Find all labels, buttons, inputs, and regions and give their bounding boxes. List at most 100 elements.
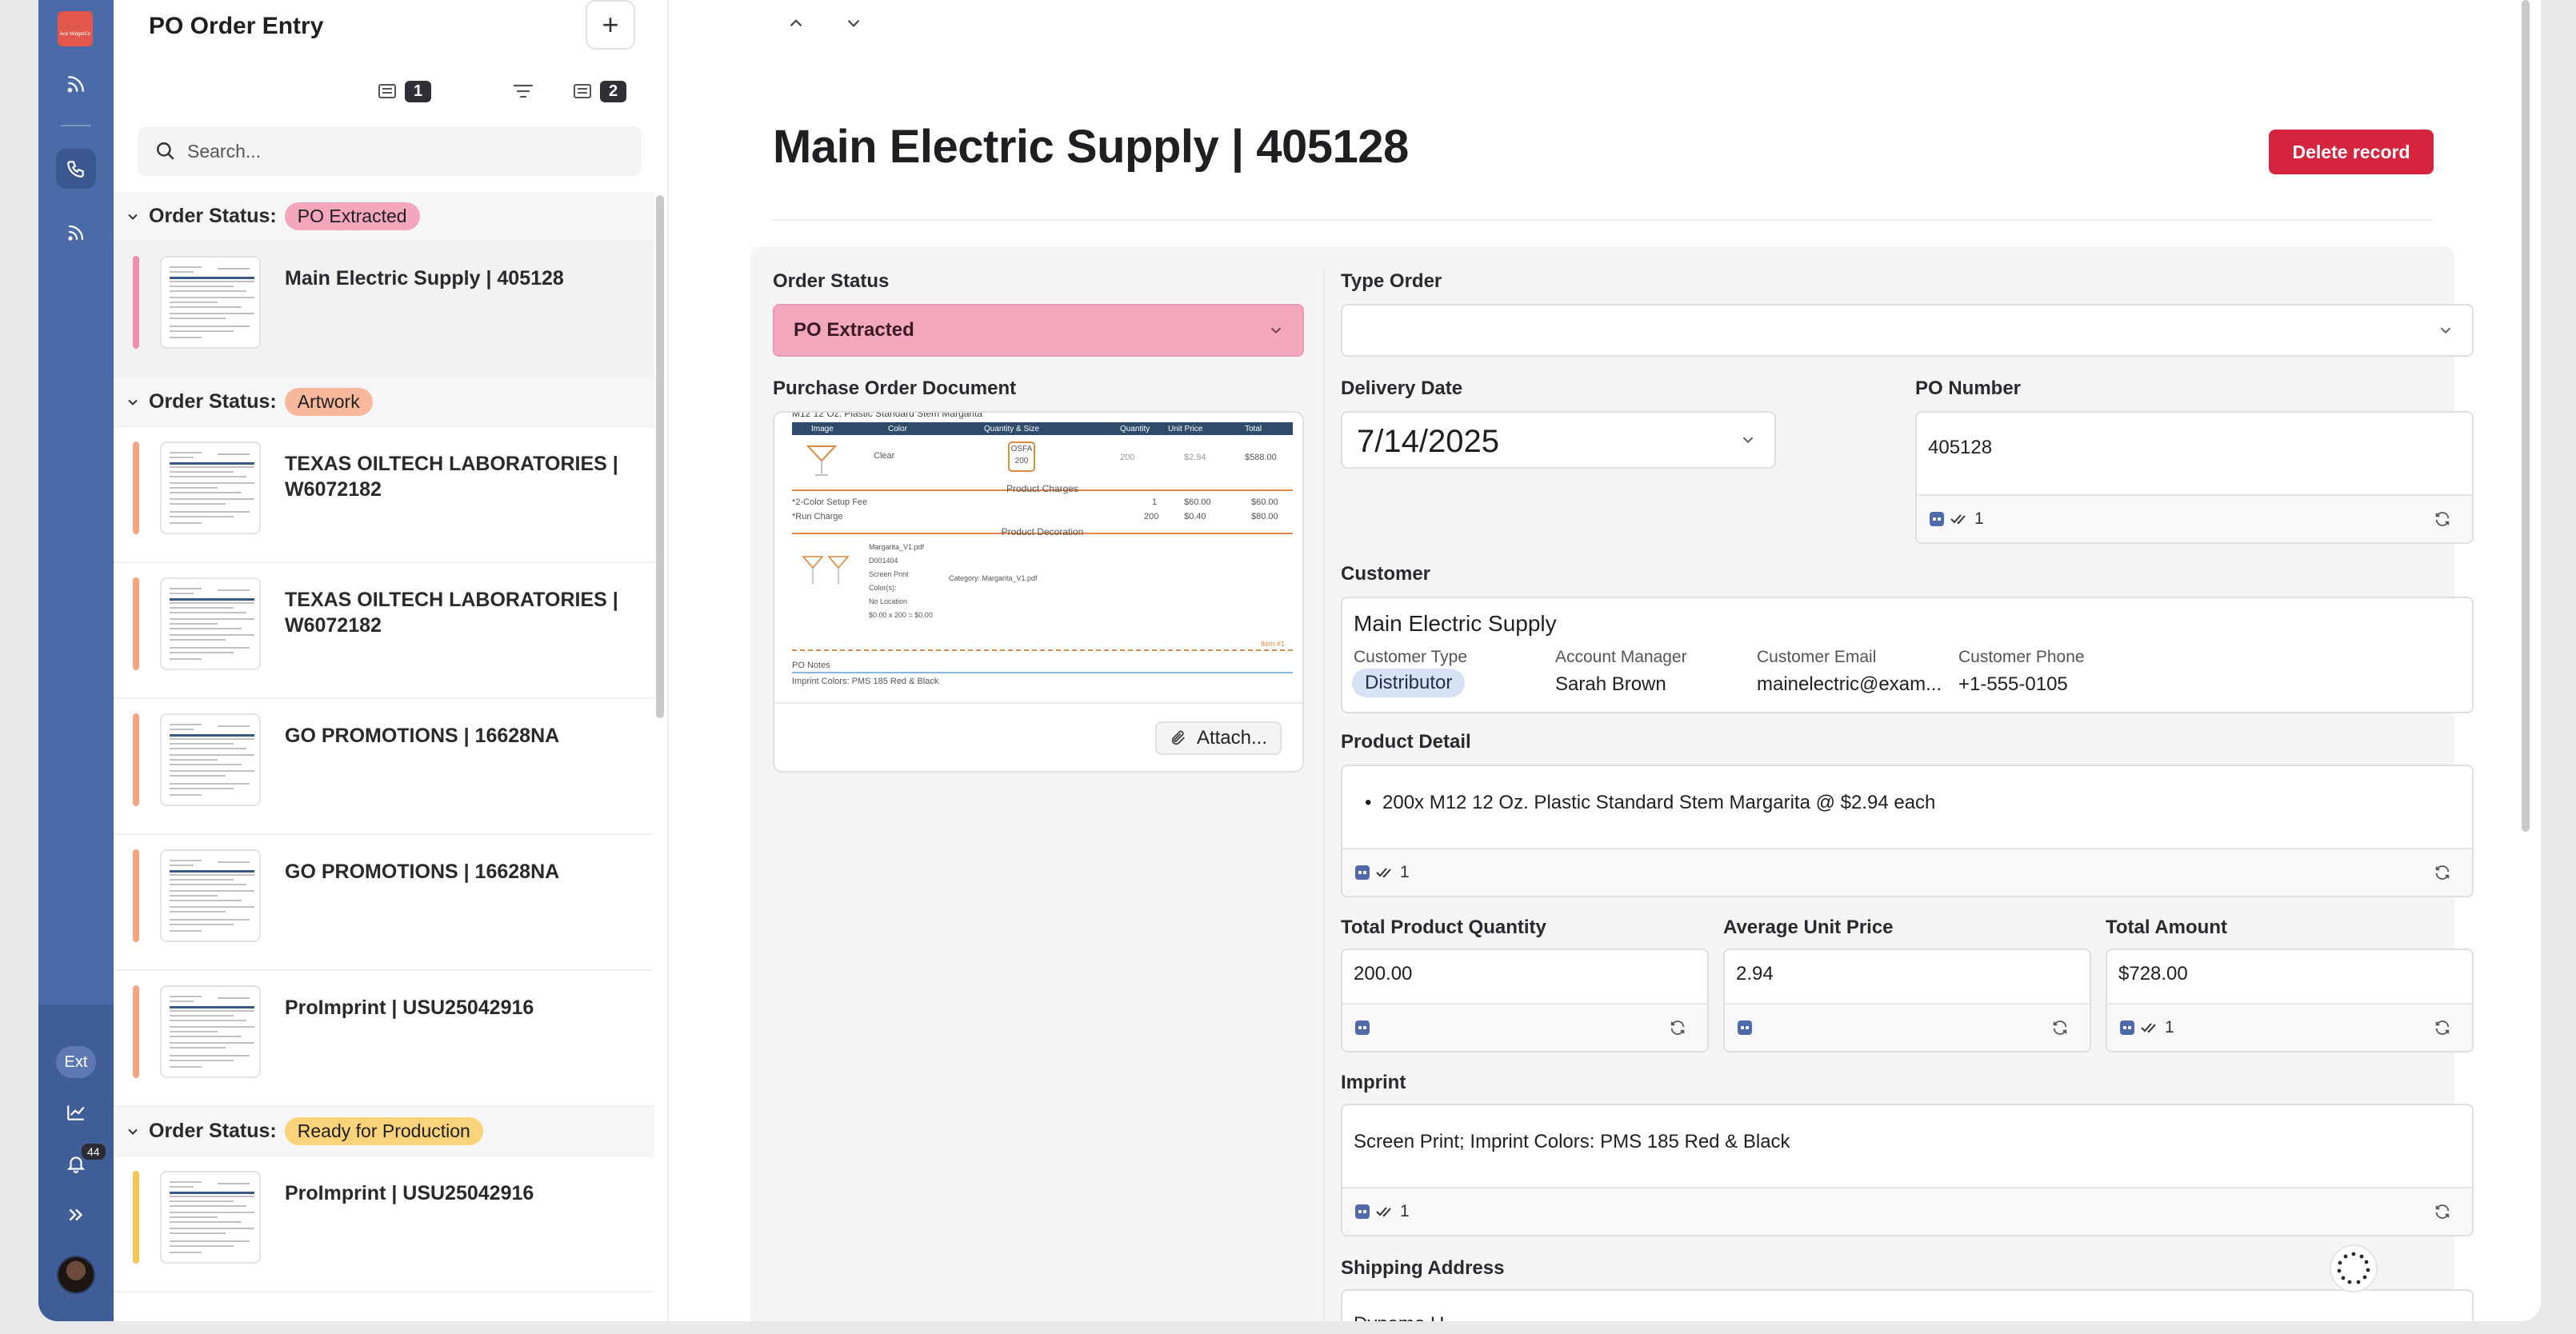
avg-price-value: 2.94 xyxy=(1736,963,1774,985)
refresh-icon[interactable] xyxy=(2434,864,2451,881)
ai-icon xyxy=(1930,512,1944,526)
total-amount-field[interactable]: $728.00 1 xyxy=(2106,949,2474,1052)
document-thumbnail xyxy=(160,577,261,670)
prev-record-button[interactable] xyxy=(786,13,806,39)
doc-col: Total xyxy=(1245,424,1262,433)
group-count-badge: 2 xyxy=(600,80,627,102)
total-qty-field[interactable]: 200.00 xyxy=(1341,949,1709,1052)
doc-cell: Screen Print xyxy=(869,570,909,578)
thumbnail-lines xyxy=(170,588,254,660)
list-item[interactable]: GO PROMOTIONS | 16628NA xyxy=(114,699,654,835)
feed-icon-2[interactable] xyxy=(56,213,96,253)
list-item-title: GO PROMOTIONS | 16628NA xyxy=(285,725,560,747)
document-thumbnail xyxy=(160,849,261,942)
feed-icon[interactable] xyxy=(56,64,96,104)
delivery-date-value: 7/14/2025 xyxy=(1357,424,1499,459)
refresh-icon[interactable] xyxy=(2434,1203,2451,1220)
doc-cell: OSFA xyxy=(1010,445,1033,453)
filter-button[interactable] xyxy=(512,78,534,104)
list-item[interactable]: TEXAS OILTECH LABORATORIES | W6072182 xyxy=(114,427,654,563)
doc-table-header: Image Color Quantity & Size Quantity Uni… xyxy=(792,422,1293,435)
expand-icon[interactable] xyxy=(56,1195,96,1235)
account-manager-value: Sarah Brown xyxy=(1555,673,1666,695)
search-box[interactable] xyxy=(138,126,642,176)
phone-icon[interactable] xyxy=(56,149,96,189)
record-detail: Main Electric Supply | 405128 Delete rec… xyxy=(670,0,2541,1321)
double-check-icon xyxy=(1376,1207,1391,1217)
thumbnail-lines xyxy=(170,724,254,796)
doc-col: Unit Price xyxy=(1168,424,1203,433)
thumbnail-lines xyxy=(170,860,254,932)
customer-phone-value: +1-555-0105 xyxy=(1958,673,2068,695)
ext-button[interactable]: Ext xyxy=(56,1046,96,1078)
add-record-button[interactable]: + xyxy=(586,0,635,50)
search-icon xyxy=(157,142,174,160)
chevron-down-icon xyxy=(2440,327,2451,334)
doc-cell: D001404 xyxy=(869,557,898,565)
chevron-down-icon xyxy=(128,1128,138,1135)
doc-col: Quantity xyxy=(1120,424,1150,433)
list-item[interactable]: TEXAS OILTECH LABORATORIES | W6072182 xyxy=(114,563,654,699)
doc-cell: *2-Color Setup Fee xyxy=(792,497,868,507)
doc-rule xyxy=(792,649,1293,651)
group-view-toggle[interactable]: 2 xyxy=(573,78,627,104)
list-item[interactable]: ProImprint | USU25042916 xyxy=(114,971,654,1107)
status-group-header[interactable]: Order Status: Artwork xyxy=(114,377,654,427)
po-number-field[interactable]: 405128 1 xyxy=(1915,411,2474,544)
order-status-select[interactable]: PO Extracted xyxy=(773,304,1304,357)
refresh-icon[interactable] xyxy=(2051,1019,2069,1036)
refresh-icon[interactable] xyxy=(2434,510,2451,528)
app-logo[interactable]: Ace WidgetCo xyxy=(58,11,93,46)
product-detail-label: Product Detail xyxy=(1341,731,1471,753)
status-group-header[interactable]: Order Status: Ready for Production xyxy=(114,1107,654,1156)
search-input[interactable] xyxy=(187,140,619,162)
doc-cell: $588.00 xyxy=(1245,453,1277,462)
list-view-icon xyxy=(378,84,396,98)
view-count-badge: 1 xyxy=(405,80,432,102)
doc-cell: Color(s): xyxy=(869,584,897,592)
attach-button[interactable]: Attach... xyxy=(1154,721,1282,755)
group-label: Order Status: xyxy=(149,205,277,227)
ai-icon xyxy=(1738,1020,1752,1035)
list-item[interactable]: GO PROMOTIONS | 16628NA xyxy=(114,835,654,971)
status-color-bar xyxy=(133,441,139,534)
total-amount-ai-bar: 1 xyxy=(2107,1003,2472,1051)
group-view-icon xyxy=(574,84,591,98)
type-order-select[interactable] xyxy=(1341,304,2474,357)
status-pill: PO Extracted xyxy=(284,202,420,230)
status-group-header[interactable]: Order Status: PO Extracted xyxy=(114,192,654,242)
imprint-field[interactable]: Screen Print; Imprint Colors: PMS 185 Re… xyxy=(1341,1104,2474,1236)
doc-cell: $60.00 xyxy=(1184,497,1211,507)
list-item[interactable]: ProImprint | USU25042916 xyxy=(114,1156,654,1292)
column-divider xyxy=(1323,269,1325,1321)
notifications-badge: 44 xyxy=(80,1142,107,1161)
chevron-up-icon xyxy=(790,19,802,27)
avg-price-field[interactable]: 2.94 xyxy=(1723,949,2091,1052)
list-scrollbar[interactable] xyxy=(656,195,664,718)
delivery-date-picker[interactable]: 7/14/2025 xyxy=(1341,411,1776,469)
main-scrollbar[interactable] xyxy=(2522,0,2530,832)
list-item-title: GO PROMOTIONS | 16628NA xyxy=(285,861,560,883)
list-view-toggle[interactable]: 1 xyxy=(378,78,432,104)
doc-cell: 200 xyxy=(1014,457,1029,465)
doc-cell: Clear xyxy=(874,451,895,461)
delivery-date-label: Delivery Date xyxy=(1341,377,1463,399)
list-item[interactable]: Main Electric Supply | 405128 xyxy=(114,242,654,377)
delete-record-button[interactable]: Delete record xyxy=(2269,130,2434,174)
order-status-label: Order Status xyxy=(773,270,890,292)
record-list: Order Status: PO Extracted Main Electric S… xyxy=(114,192,654,1321)
user-avatar[interactable] xyxy=(57,1256,95,1294)
po-document-viewer[interactable]: M12 12 Oz. Plastic Standard Stem Margari… xyxy=(773,411,1304,773)
customer-card[interactable]: Main Electric Supply Customer Type Distr… xyxy=(1341,597,2474,713)
refresh-icon[interactable] xyxy=(1669,1019,1686,1036)
decoration-image-icon xyxy=(802,556,850,584)
product-detail-field[interactable]: • 200x M12 12 Oz. Plastic Standard Stem … xyxy=(1341,765,2474,897)
next-record-button[interactable] xyxy=(843,13,864,39)
chevron-down-icon xyxy=(1270,327,1282,334)
doc-section-title: Product Charges xyxy=(1006,483,1079,494)
thumbnail-lines xyxy=(170,266,254,338)
shipping-address-field[interactable]: Dynamo U... xyxy=(1341,1289,2474,1321)
refresh-icon[interactable] xyxy=(2434,1019,2451,1036)
chart-icon[interactable] xyxy=(56,1092,96,1132)
product-detail-item: 200x M12 12 Oz. Plastic Standard Stem Ma… xyxy=(1382,792,1936,813)
